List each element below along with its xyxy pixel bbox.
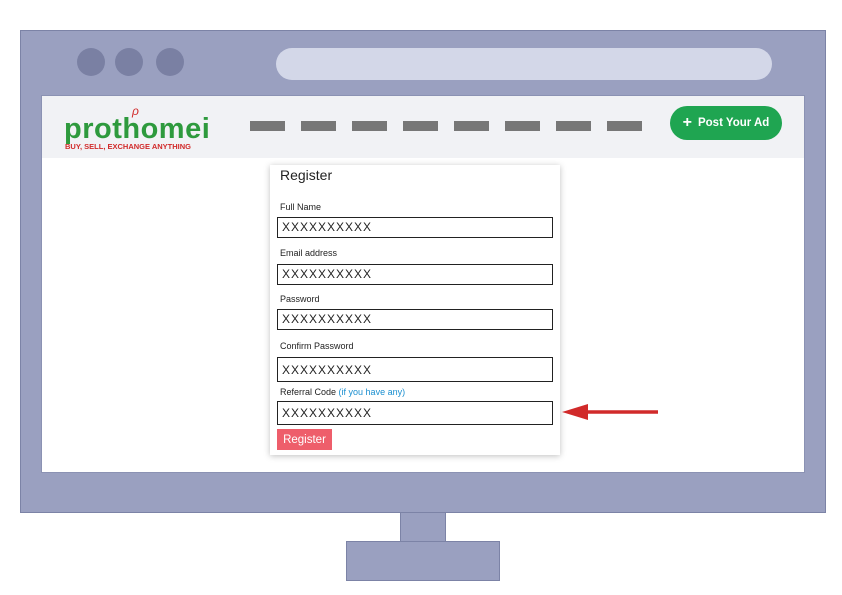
referral-code-label: Referral Code (if you have any) [280,387,405,397]
referral-code-label-text: Referral Code [280,387,337,397]
arrow-left-icon [562,404,658,420]
register-button[interactable]: Register [277,429,332,450]
full-name-label: Full Name [280,202,322,212]
monitor-neck [400,512,446,542]
full-name-input[interactable]: XXXXXXXXXX [277,217,553,238]
register-title: Register [280,167,333,183]
plus-icon: + [682,114,692,131]
browser-viewport: ρ prothomei BUY, SELL, EXCHANGE ANYTHING… [41,95,805,473]
site-logo[interactable]: ρ prothomei BUY, SELL, EXCHANGE ANYTHING [64,104,224,152]
nav-link-placeholder[interactable] [301,121,336,131]
address-bar[interactable] [276,48,772,80]
referral-code-input[interactable]: XXXXXXXXXX [277,401,553,425]
referral-code-hint: (if you have any) [338,387,406,397]
email-label: Email address [280,248,338,258]
nav-link-placeholder[interactable] [505,121,540,131]
confirm-password-label: Confirm Password [280,341,354,351]
site-navbar: ρ prothomei BUY, SELL, EXCHANGE ANYTHING… [42,96,804,158]
post-your-ad-label: Post Your Ad [697,117,770,129]
password-input[interactable]: XXXXXXXXXX [277,309,553,330]
monitor: ρ prothomei BUY, SELL, EXCHANGE ANYTHING… [20,30,826,513]
post-your-ad-button[interactable]: + Post Your Ad [670,106,782,140]
password-label: Password [280,294,320,304]
confirm-password-input[interactable]: XXXXXXXXXX [277,357,553,382]
logo-tagline: BUY, SELL, EXCHANGE ANYTHING [65,142,191,151]
nav-link-placeholder[interactable] [352,121,387,131]
register-card: Register Full Name XXXXXXXXXX Email addr… [270,165,560,455]
nav-link-placeholder[interactable] [556,121,591,131]
monitor-base [346,541,500,581]
window-dot-maximize[interactable] [156,48,184,76]
nav-link-placeholder[interactable] [454,121,489,131]
window-dot-close[interactable] [77,48,105,76]
window-dot-minimize[interactable] [115,48,143,76]
nav-link-placeholder[interactable] [607,121,642,131]
nav-link-placeholder[interactable] [403,121,438,131]
email-input[interactable]: XXXXXXXXXX [277,264,553,285]
nav-link-placeholder[interactable] [250,121,285,131]
logo-text: prothomei [64,113,211,145]
